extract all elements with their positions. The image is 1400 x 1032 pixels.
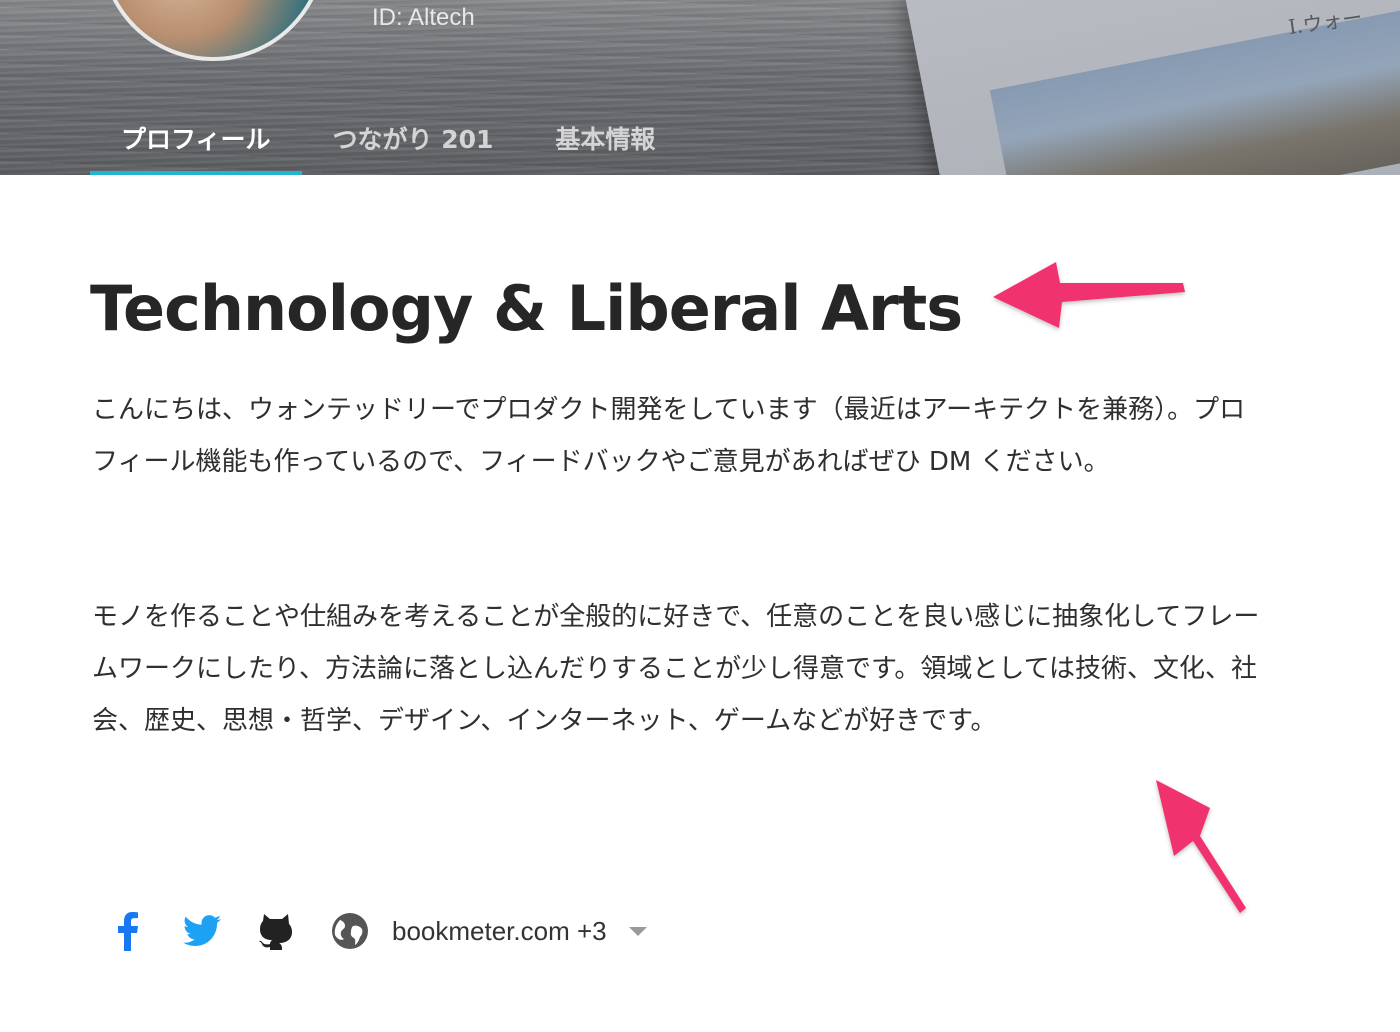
arrow-to-headline: [993, 262, 1185, 328]
tab-basic-info[interactable]: 基本情報: [524, 108, 686, 175]
tab-profile[interactable]: プロフィール: [90, 108, 302, 175]
user-id: ID: Altech: [372, 4, 475, 31]
globe-icon[interactable]: [330, 911, 370, 951]
facebook-icon[interactable]: [108, 911, 148, 951]
website-link[interactable]: bookmeter.com +3: [392, 916, 607, 947]
cover-header: I.ウォー ID: Altech プロフィール つながり 201 基本情報: [0, 0, 1400, 175]
social-links: bookmeter.com +3: [108, 904, 647, 958]
github-icon[interactable]: [256, 911, 296, 951]
profile-headline: Technology & Liberal Arts: [90, 272, 963, 345]
avatar[interactable]: [100, 0, 326, 61]
profile-tabs: プロフィール つながり 201 基本情報: [90, 108, 686, 175]
bio-paragraph: こんにちは、ウォンテッドリーでプロダクト開発をしています（最近はアーキテクトを兼…: [92, 395, 1246, 477]
twitter-icon[interactable]: [182, 911, 222, 951]
bio-paragraph: モノを作ることや仕組みを考えることが全般的に好きで、任意のことを良い感じに抽象化…: [92, 602, 1260, 736]
tab-connections[interactable]: つながり 201: [302, 108, 525, 175]
more-links-chevron-down-icon[interactable]: [628, 926, 647, 936]
arrow-to-paragraph: [1156, 780, 1246, 913]
